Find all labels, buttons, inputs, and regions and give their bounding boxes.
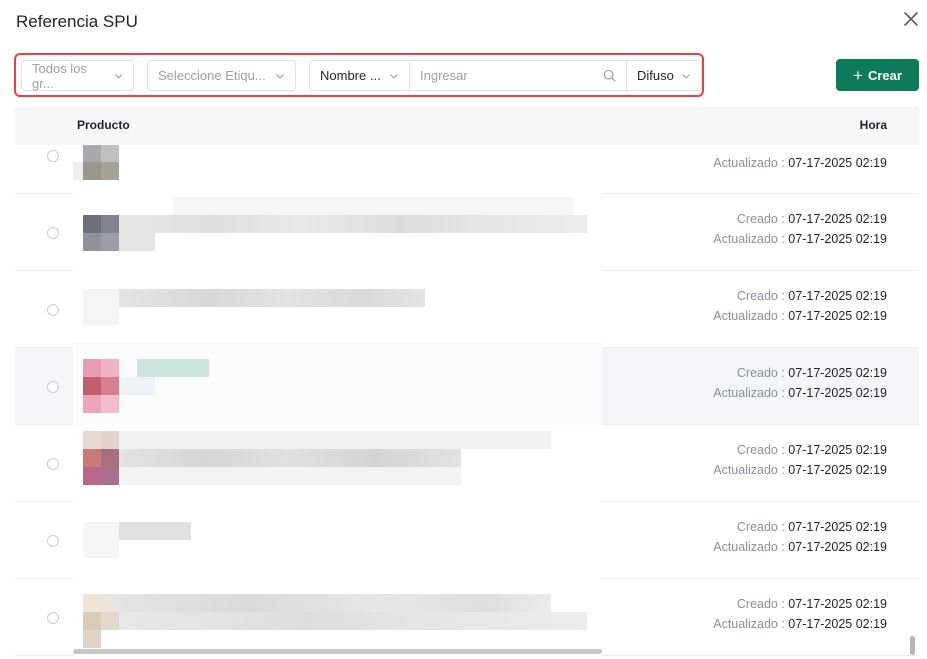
table-row[interactable]: Creado : 07-17-2025 02:19 Actualizado : …	[15, 194, 919, 271]
vertical-scrollbar[interactable]	[910, 636, 915, 655]
row-radio[interactable]	[47, 150, 59, 162]
created-time: 07-17-2025 02:19	[788, 597, 887, 611]
group-select-value: Todos los gr...	[32, 60, 87, 91]
table-header: Producto Hora	[15, 107, 919, 145]
row-radio[interactable]	[47, 381, 59, 393]
updated-label: Actualizado	[713, 386, 778, 400]
updated-time: 07-17-2025 02:19	[788, 617, 887, 631]
tag-select-value: Seleccione Etiqu...	[158, 68, 266, 83]
separator: :	[777, 156, 789, 170]
product-image-blurred	[73, 194, 602, 271]
search-icon[interactable]	[603, 69, 616, 82]
updated-time: 07-17-2025 02:19	[788, 156, 887, 170]
match-mode-value: Difuso	[637, 68, 674, 83]
created-time: 07-17-2025 02:19	[788, 443, 887, 457]
updated-label: Actualizado	[713, 309, 778, 323]
created-label: Creado	[736, 520, 778, 534]
search-input-wrapper	[409, 60, 627, 91]
created-time: 07-17-2025 02:19	[788, 289, 887, 303]
row-times: Creado : 07-17-2025 02:19 Actualizado : …	[713, 597, 887, 631]
group-select[interactable]: Todos los gr...	[21, 60, 134, 91]
tag-select[interactable]: Seleccione Etiqu...	[147, 60, 296, 91]
created-label: Creado	[736, 289, 778, 303]
column-header-time: Hora	[859, 118, 887, 132]
row-times: Creado : 07-17-2025 02:19 Actualizado : …	[713, 443, 887, 477]
updated-label: Actualizado	[713, 463, 778, 477]
row-times: Creado : 07-17-2025 02:19 Actualizado : …	[713, 520, 887, 554]
search-field-value: Nombre ...	[320, 68, 381, 83]
search-input[interactable]	[420, 68, 590, 83]
product-image-blurred	[73, 145, 602, 194]
created-time: 07-17-2025 02:19	[788, 520, 887, 534]
created-label: Creado	[736, 597, 778, 611]
row-radio[interactable]	[47, 612, 59, 624]
row-radio[interactable]	[47, 227, 59, 239]
close-icon	[904, 12, 918, 26]
row-times: Creado : 07-17-2025 02:19 Actualizado : …	[713, 366, 887, 400]
table-row[interactable]: Actualizado : 07-17-2025 02:19	[15, 145, 919, 194]
updated-time: 07-17-2025 02:19	[788, 540, 887, 554]
updated-time: 07-17-2025 02:19	[788, 309, 887, 323]
chevron-down-icon	[390, 73, 398, 79]
chevron-down-icon	[114, 73, 122, 79]
updated-label: Actualizado	[713, 540, 778, 554]
created-label: Creado	[736, 366, 778, 380]
product-image-blurred	[73, 271, 602, 348]
create-button[interactable]: + Crear	[836, 59, 919, 91]
row-times: Creado : 07-17-2025 02:19 Actualizado : …	[713, 212, 887, 246]
match-mode-select[interactable]: Difuso	[626, 60, 702, 91]
created-label: Creado	[736, 443, 778, 457]
horizontal-scrollbar[interactable]	[73, 649, 602, 654]
row-times: Actualizado : 07-17-2025 02:19	[713, 153, 887, 173]
table-row[interactable]: Creado : 07-17-2025 02:19 Actualizado : …	[15, 579, 919, 656]
product-table-body: Actualizado : 07-17-2025 02:19 Creado : …	[15, 145, 919, 659]
row-radio[interactable]	[47, 304, 59, 316]
updated-label: Actualizado	[713, 232, 778, 246]
create-button-label: Crear	[867, 67, 902, 83]
updated-time: 07-17-2025 02:19	[788, 386, 887, 400]
created-label: Creado	[736, 212, 778, 226]
table-row[interactable]: Creado : 07-17-2025 02:19 Actualizado : …	[15, 425, 919, 502]
row-times: Creado : 07-17-2025 02:19 Actualizado : …	[713, 289, 887, 323]
column-header-product: Producto	[77, 118, 130, 132]
dialog-title: Referencia SPU	[16, 12, 138, 31]
table-row[interactable]: Creado : 07-17-2025 02:19 Actualizado : …	[15, 342, 919, 425]
search-field-select[interactable]: Nombre ...	[309, 60, 410, 91]
row-radio[interactable]	[47, 535, 59, 547]
close-button[interactable]	[902, 10, 920, 28]
product-image-blurred	[73, 425, 602, 502]
product-image-blurred	[73, 342, 602, 425]
updated-label: Actualizado	[713, 156, 778, 170]
created-time: 07-17-2025 02:19	[788, 366, 887, 380]
updated-label: Actualizado	[713, 617, 778, 631]
table-row[interactable]: Creado : 07-17-2025 02:19 Actualizado : …	[15, 502, 919, 579]
table-row[interactable]: Creado : 07-17-2025 02:19 Actualizado : …	[15, 271, 919, 348]
chevron-down-icon	[276, 73, 284, 79]
plus-icon: +	[853, 65, 863, 85]
row-radio[interactable]	[47, 458, 59, 470]
updated-time: 07-17-2025 02:19	[788, 463, 887, 477]
created-time: 07-17-2025 02:19	[788, 212, 887, 226]
updated-time: 07-17-2025 02:19	[788, 232, 887, 246]
product-image-blurred	[73, 502, 602, 579]
product-image-blurred	[73, 579, 602, 656]
chevron-down-icon	[682, 73, 690, 79]
